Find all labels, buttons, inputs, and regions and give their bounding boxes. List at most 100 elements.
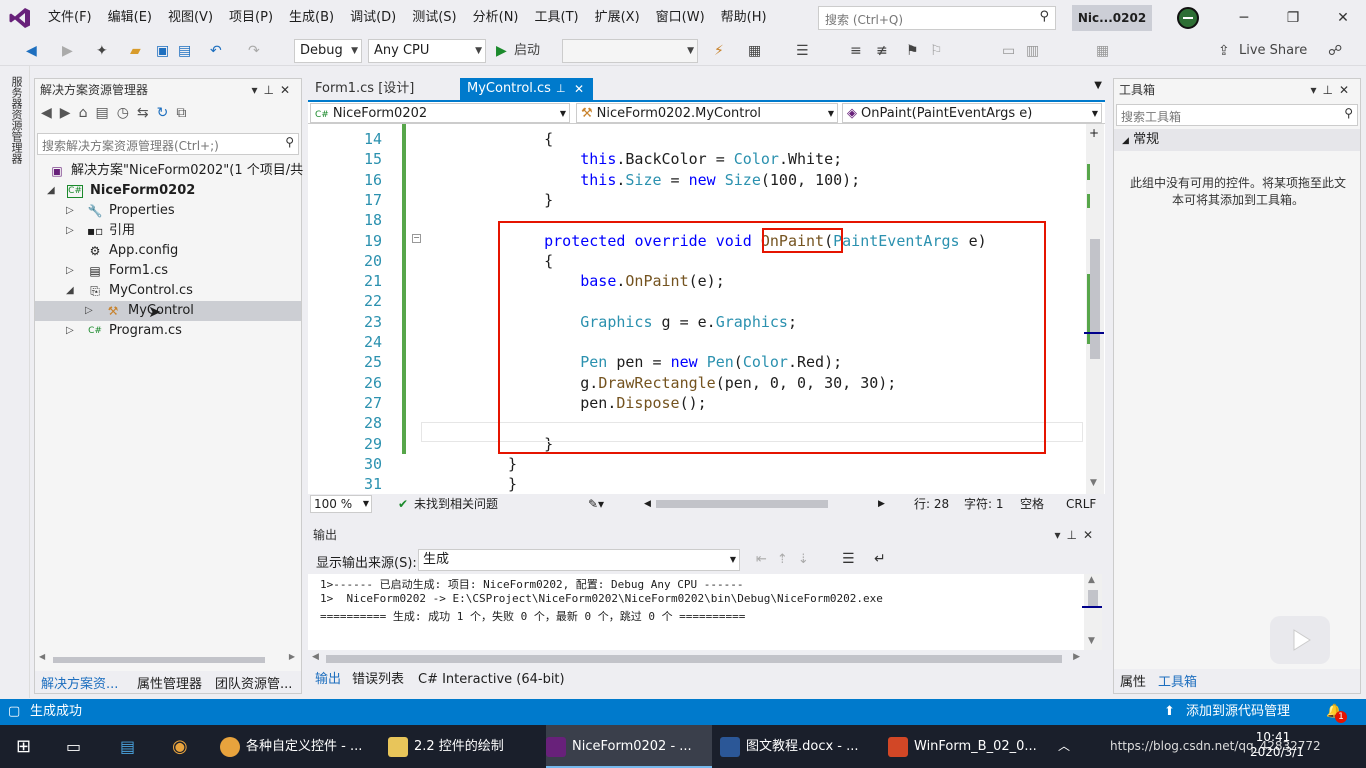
server-explorer-strip[interactable]: 服务器资源管理器: [0, 66, 30, 698]
close-icon[interactable]: ✕: [1339, 83, 1355, 97]
taskbar-app-3[interactable]: NiceForm0202 - ...: [546, 725, 712, 768]
visual-studio-logo-icon[interactable]: [0, 0, 40, 36]
menu-window[interactable]: 窗口(W): [648, 0, 713, 36]
close-icon[interactable]: ✕: [280, 83, 296, 97]
output-window-icon[interactable]: ▢: [8, 699, 20, 725]
minimize-icon[interactable]: ─: [1229, 6, 1259, 30]
taskbar-app-2[interactable]: 2.2 控件的绘制: [388, 725, 538, 768]
close-icon[interactable]: ✕: [1083, 528, 1099, 542]
scroll-up-icon[interactable]: ▲: [1088, 575, 1095, 585]
server-explorer-tab[interactable]: 服务器资源管理器: [8, 76, 24, 164]
file-explorer-icon[interactable]: ▤: [120, 725, 135, 768]
toolbox-search-input[interactable]: 搜索工具箱 ⚲: [1116, 104, 1358, 126]
history-icon[interactable]: ◷: [117, 105, 137, 121]
scroll-thumb[interactable]: [53, 657, 265, 663]
tab-mycontrol[interactable]: MyControl.cs ⊥ ✕: [460, 78, 593, 100]
align-icon[interactable]: ▥: [1026, 42, 1039, 60]
tree-item-form1[interactable]: ▷ ▤ Form1.cs: [35, 261, 301, 281]
undo-icon[interactable]: ↶: [210, 42, 222, 60]
menu-edit[interactable]: 编辑(E): [100, 0, 160, 36]
pin-icon[interactable]: ⊥: [556, 78, 566, 100]
save-icon[interactable]: ▣: [156, 42, 169, 60]
class-nav-select[interactable]: ⚒ NiceForm0202.MyControl ▼: [576, 103, 838, 123]
taskbar-app-5[interactable]: WinForm_B_02_0...: [888, 725, 1040, 768]
open-icon[interactable]: ▰: [130, 42, 141, 60]
editor-vscrollbar[interactable]: + ▼: [1084, 124, 1104, 494]
expanded-arrow-icon[interactable]: ◢: [47, 181, 55, 201]
goto-error-icon[interactable]: ⇤: [756, 552, 777, 567]
solution-explorer-hscrollbar[interactable]: ◀ ▶: [39, 652, 295, 665]
debug-target-select[interactable]: ▼: [562, 39, 698, 63]
menu-test[interactable]: 测试(S): [404, 0, 464, 36]
tree-item-properties[interactable]: ▷ 🔧 Properties: [35, 201, 301, 221]
code-line[interactable]: }: [508, 191, 553, 209]
hot-reload-icon[interactable]: ⚡: [714, 42, 724, 60]
scroll-down-icon[interactable]: ▼: [1088, 636, 1095, 646]
scroll-thumb[interactable]: [1088, 590, 1098, 606]
menu-debug[interactable]: 调试(D): [342, 0, 404, 36]
clear-all-icon[interactable]: ☰: [842, 551, 855, 567]
solution-search-input[interactable]: 搜索解决方案资源管理器(Ctrl+;) ⚲: [37, 133, 299, 155]
home-icon[interactable]: ⌂: [79, 105, 96, 121]
bookmark-icon[interactable]: ⚑: [906, 42, 919, 60]
scroll-right-icon[interactable]: ▶: [878, 494, 885, 514]
collapse-all-icon[interactable]: ⧉: [176, 105, 194, 121]
sync-icon[interactable]: ⇆: [137, 105, 157, 121]
comment-icon[interactable]: ≡: [850, 42, 862, 60]
forward-icon[interactable]: ▶: [60, 105, 79, 121]
word-wrap-icon[interactable]: ↵: [874, 551, 886, 567]
output-text[interactable]: 1>------ 已启动生成: 项目: NiceForm0202, 配置: De…: [308, 574, 1084, 650]
prev-message-icon[interactable]: ⇡: [777, 552, 798, 567]
code-line[interactable]: }: [508, 455, 517, 473]
search-input[interactable]: 搜索 (Ctrl+Q) ⚲: [818, 6, 1056, 30]
dropdown-icon[interactable]: ▾: [1310, 83, 1322, 97]
menu-project[interactable]: 项目(P): [221, 0, 281, 36]
project-nav-select[interactable]: C# NiceForm0202 ▼: [310, 103, 570, 123]
tab-solution-explorer[interactable]: 解决方案资...: [41, 673, 118, 692]
split-icon[interactable]: +: [1089, 126, 1099, 140]
redo-icon[interactable]: ↷: [248, 42, 260, 60]
code-line[interactable]: this.Size = new Size(100, 100);: [508, 171, 860, 189]
play-icon[interactable]: [1270, 616, 1330, 664]
tree-item-appconfig[interactable]: ⚙ App.config: [35, 241, 301, 261]
scroll-thumb[interactable]: [326, 655, 1062, 663]
scroll-down-icon[interactable]: ▼: [1090, 478, 1097, 488]
browse-icon[interactable]: ▦: [748, 42, 761, 60]
forward-icon[interactable]: ▶: [62, 42, 73, 60]
code-line[interactable]: {: [508, 130, 553, 148]
tree-item-mycontrol-class[interactable]: ▷ ⚒ MyControl: [35, 301, 301, 321]
tab-team-explorer[interactable]: 团队资源管...: [215, 673, 292, 692]
bookmark-prev-icon[interactable]: ⚐: [930, 42, 943, 60]
tab-error-list[interactable]: 错误列表: [352, 670, 404, 690]
platform-select[interactable]: Any CPU ▼: [368, 39, 486, 63]
refresh-icon[interactable]: ↻: [157, 105, 177, 121]
back-icon[interactable]: ◀: [26, 42, 37, 60]
collapsed-arrow-icon[interactable]: ▷: [66, 321, 74, 341]
back-icon[interactable]: ◀: [41, 105, 60, 121]
collapsed-arrow-icon[interactable]: ▷: [66, 201, 74, 221]
start-button[interactable]: 启动: [514, 42, 540, 60]
dropdown-icon[interactable]: ▾: [251, 83, 263, 97]
collapse-icon[interactable]: −: [412, 234, 421, 243]
layout-icon[interactable]: ▭: [1002, 42, 1015, 60]
switch-views-icon[interactable]: ▤: [95, 105, 116, 121]
scroll-right-icon[interactable]: ▶: [289, 652, 295, 661]
code-line[interactable]: }: [508, 475, 517, 493]
code-line[interactable]: this.BackColor = Color.White;: [508, 150, 842, 168]
collapsed-arrow-icon[interactable]: ▷: [85, 301, 93, 321]
grid-icon[interactable]: ▦: [1096, 42, 1109, 60]
new-project-icon[interactable]: ✦: [96, 42, 108, 60]
collapsed-arrow-icon[interactable]: ▷: [66, 221, 74, 241]
scroll-left-icon[interactable]: ◀: [644, 494, 651, 514]
configuration-select[interactable]: Debug ▼: [294, 39, 362, 63]
scroll-left-icon[interactable]: ◀: [312, 652, 319, 662]
tray-chevron-icon[interactable]: ︿: [1058, 725, 1070, 768]
menu-help[interactable]: 帮助(H): [713, 0, 775, 36]
menu-file[interactable]: 文件(F): [40, 0, 100, 36]
avatar[interactable]: [1177, 7, 1199, 29]
tree-item-program[interactable]: ▷ C# Program.cs: [35, 321, 301, 341]
tab-property-manager[interactable]: 属性管理器: [137, 673, 202, 692]
task-view-icon[interactable]: ▭: [66, 725, 81, 768]
feedback-icon[interactable]: ☍: [1328, 42, 1342, 60]
editor-hscroll-thumb[interactable]: [656, 500, 828, 508]
